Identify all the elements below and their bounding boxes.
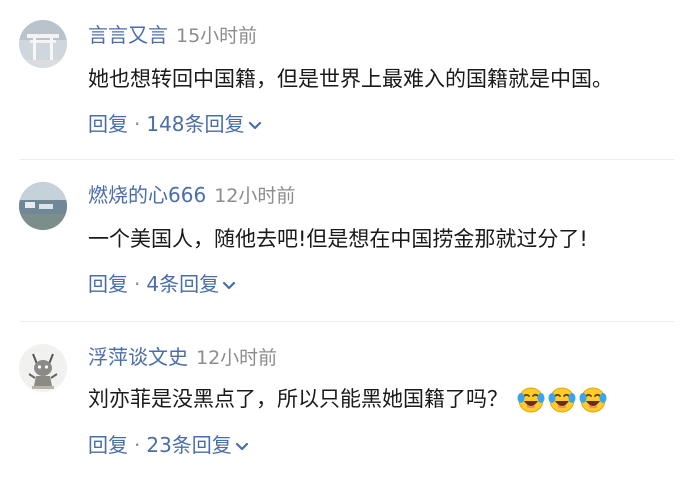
- comment-header: 浮萍谈文史 12小时前: [88, 342, 277, 372]
- separator: ·: [134, 112, 141, 136]
- reply-button[interactable]: 回复: [88, 112, 128, 136]
- comment-item: 浮萍谈文史 12小时前 刘亦菲是没黑点了，所以只能黑她国籍了吗？ 回复 · 23…: [0, 322, 694, 486]
- replies-count: 23条回复: [146, 433, 232, 457]
- chevron-down-icon: [222, 281, 236, 289]
- comment-item: 言言又言 15小时前 她也想转回中国籍，但是世界上最难入的国籍就是中国。 回复 · 1…: [0, 0, 694, 160]
- username[interactable]: 浮萍谈文史: [88, 345, 188, 369]
- reply-bar: 回复 · 4条回复: [88, 269, 236, 299]
- avatar[interactable]: [19, 20, 67, 68]
- replies-count: 148条回复: [146, 112, 245, 136]
- reply-button[interactable]: 回复: [88, 433, 128, 457]
- reply-button[interactable]: 回复: [88, 272, 128, 296]
- replies-count: 4条回复: [146, 272, 220, 296]
- avatar[interactable]: [19, 182, 67, 230]
- comment-list: 言言又言 15小时前 她也想转回中国籍，但是世界上最难入的国籍就是中国。 回复 · 1…: [0, 0, 694, 486]
- username[interactable]: 燃烧的心666: [88, 183, 206, 207]
- comment-header: 燃烧的心666 12小时前: [88, 180, 295, 210]
- timestamp: 12小时前: [196, 347, 278, 369]
- avatar[interactable]: [19, 344, 67, 392]
- separator: ·: [134, 272, 141, 296]
- reply-bar: 回复 · 148条回复: [88, 109, 262, 139]
- chevron-down-icon: [248, 121, 261, 129]
- comment-text: 她也想转回中国籍，但是世界上最难入的国籍就是中国。: [88, 67, 613, 91]
- shrine-gate-icon: [19, 20, 67, 68]
- comment-text: 一个美国人，随他去吧!但是想在中国捞金那就过分了!: [88, 227, 588, 251]
- comment-text-body: 刘亦菲是没黑点了，所以只能黑她国籍了吗？: [88, 387, 508, 411]
- landscape-icon: [19, 182, 67, 230]
- username[interactable]: 言言又言: [88, 23, 168, 47]
- emoji-group: [516, 385, 609, 415]
- crying-laughing-emoji-icon: [579, 387, 607, 413]
- view-replies-button[interactable]: 23条回复: [146, 433, 248, 457]
- chevron-down-icon: [235, 442, 248, 450]
- crying-laughing-emoji-icon: [548, 387, 576, 413]
- timestamp: 15小时前: [176, 25, 258, 47]
- comment-header: 言言又言 15小时前: [88, 20, 257, 50]
- timestamp: 12小时前: [214, 185, 296, 207]
- comment-text: 刘亦菲是没黑点了，所以只能黑她国籍了吗？: [88, 384, 674, 415]
- view-replies-button[interactable]: 148条回复: [146, 112, 261, 136]
- comment-item: 燃烧的心666 12小时前 一个美国人，随他去吧!但是想在中国捞金那就过分了! 回…: [0, 160, 694, 322]
- view-replies-button[interactable]: 4条回复: [146, 272, 236, 296]
- cartoon-animal-icon: [19, 344, 67, 392]
- crying-laughing-emoji-icon: [517, 387, 545, 413]
- separator: ·: [134, 433, 141, 457]
- reply-bar: 回复 · 23条回复: [88, 430, 249, 460]
